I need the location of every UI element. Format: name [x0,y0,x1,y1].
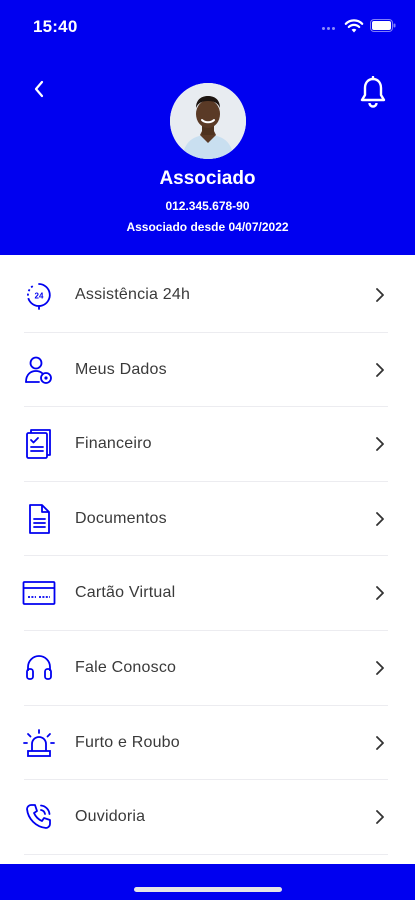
chevron-left-icon [34,80,44,98]
menu-item-label: Meus Dados [75,360,167,378]
bottom-bar [0,864,415,900]
divider [24,853,388,855]
menu-item-label: Cartão Virtual [75,584,176,602]
member-since: Associado desde 04/07/2022 [126,220,289,234]
bell-icon [360,76,386,108]
profile-name: Associado [159,168,256,189]
wifi-icon [344,19,364,33]
home-indicator[interactable] [134,887,282,892]
profile-header: 15:40 Associado 012.345.678-90 Associado… [0,0,415,255]
menu-item-fale-conosco[interactable]: Fale Conosco [0,631,415,706]
phone-call-icon [22,801,56,833]
menu-item-financeiro[interactable]: Financeiro [0,407,415,482]
menu-item-label: Documentos [75,509,167,527]
menu-item-label: Assistência 24h [75,286,191,303]
chevron-right-icon [372,807,388,827]
menu-item-label: Fale Conosco [75,658,177,676]
status-time: 15:40 [33,17,78,36]
battery-icon [370,19,396,32]
menu-item-furto-e-roubo[interactable]: Furto e Roubo [0,706,415,781]
menu-item-label: Financeiro [75,435,152,453]
document-icon [22,503,56,535]
assistance-24h-icon: 24 [22,279,56,311]
profile-cpf: 012.345.678-90 [165,199,250,213]
user-settings-icon [22,354,56,386]
menu-item-label: Ouvidoria [75,808,146,826]
headset-icon [22,652,56,684]
chevron-right-icon [372,285,388,305]
menu-item-ouvidoria[interactable]: Ouvidoria [0,780,415,855]
svg-text:24: 24 [35,292,44,301]
notifications-button[interactable] [356,74,390,110]
card-icon [22,577,56,609]
avatar [170,83,246,159]
status-bar: 15:40 [0,0,415,52]
chevron-right-icon [372,509,388,529]
alarm-siren-icon [22,727,56,759]
financial-document-icon [22,428,56,460]
menu-item-documentos[interactable]: Documentos [0,482,415,557]
menu-item-meus-dados[interactable]: Meus Dados [0,333,415,408]
menu-item-cartao-virtual[interactable]: Cartão Virtual [0,556,415,631]
user-photo-icon [170,83,246,159]
signal-dots-icon [322,27,340,31]
menu-item-label: Furto e Roubo [75,733,180,751]
chevron-right-icon [372,733,388,753]
chevron-right-icon [372,434,388,454]
chevron-right-icon [372,360,388,380]
menu-list: 24 Assistência 24h Meus Dados Financeiro… [0,258,415,855]
menu-item-assistencia-24h[interactable]: 24 Assistência 24h [0,258,415,333]
chevron-right-icon [372,658,388,678]
chevron-right-icon [372,583,388,603]
back-button[interactable] [24,74,54,104]
